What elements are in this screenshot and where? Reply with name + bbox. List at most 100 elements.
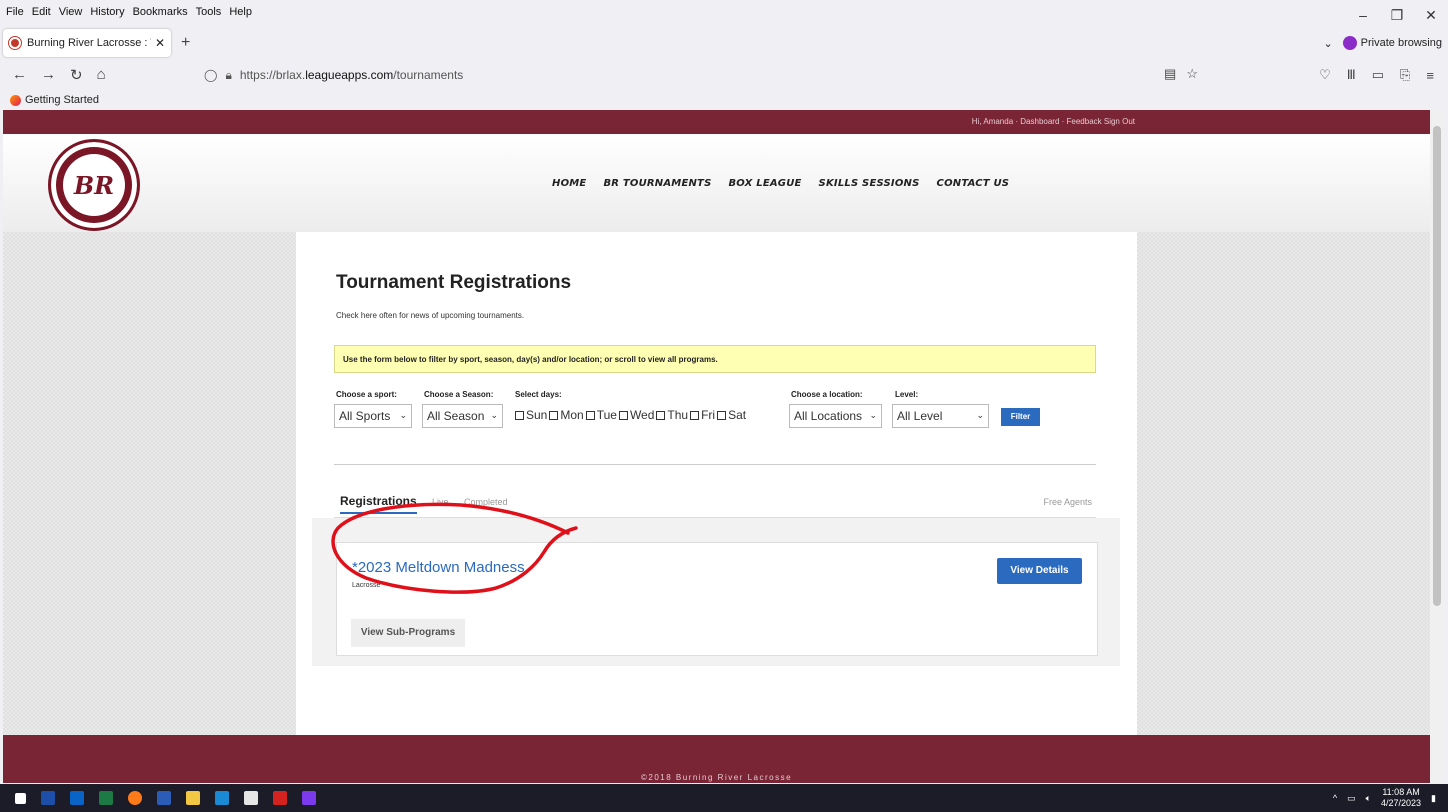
- main-content: Tournament Registrations Check here ofte…: [296, 232, 1137, 735]
- nav-contact-us[interactable]: CONTACT US: [937, 178, 1010, 189]
- word-icon[interactable]: [157, 791, 171, 805]
- checkbox-icon[interactable]: [656, 410, 666, 420]
- windows-start-icon[interactable]: [15, 792, 26, 804]
- account-links[interactable]: Hi, Amanda · Dashboard · Feedback Sign O…: [972, 117, 1135, 126]
- tab-completed[interactable]: Completed: [464, 497, 508, 507]
- menu-file[interactable]: File: [6, 6, 24, 18]
- sidebar-icon[interactable]: ▭: [1372, 67, 1384, 83]
- outlook-icon[interactable]: [70, 791, 84, 805]
- pocket-icon[interactable]: ♡: [1319, 67, 1331, 83]
- shield-icon[interactable]: ◯: [204, 68, 217, 82]
- checkbox-icon[interactable]: [690, 410, 700, 420]
- divider: [334, 464, 1096, 465]
- menu-tools[interactable]: Tools: [196, 6, 222, 18]
- firefox-icon: [10, 94, 21, 106]
- level-select[interactable]: All Level ⌄: [892, 404, 989, 428]
- bookmark-star-icon[interactable]: ☆: [1186, 66, 1198, 82]
- new-tab-icon[interactable]: +: [181, 34, 190, 52]
- tab-bar: Burning River Lacrosse : Tourna ✕ + ⌄ Pr…: [0, 28, 1448, 58]
- menu-bar: File Edit View History Bookmarks Tools H…: [0, 0, 1448, 24]
- view-sub-programs-button[interactable]: View Sub-Programs: [351, 619, 465, 647]
- tray-chevron-icon[interactable]: ^: [1333, 793, 1337, 803]
- lock-icon[interactable]: 🔒︎: [225, 68, 231, 83]
- acrobat-icon[interactable]: [273, 791, 287, 805]
- bookmark-getting-started[interactable]: Getting Started: [25, 94, 99, 106]
- day-thu[interactable]: Thu: [656, 408, 688, 422]
- notifications-icon[interactable]: ▮: [1431, 793, 1436, 804]
- checkbox-icon[interactable]: [585, 410, 595, 420]
- burning-river-logo[interactable]: BR: [48, 139, 140, 231]
- nav-br-tournaments[interactable]: BR TOURNAMENTS: [603, 178, 711, 189]
- back-icon[interactable]: ←: [12, 66, 27, 84]
- system-tray: ^ ▭ 🔈︎ 11:08 AM 4/27/2023 ▮: [1333, 784, 1436, 812]
- address-bar[interactable]: ◯ 🔒︎ https://brlax. leagueapps.com/tourna…: [198, 63, 1218, 87]
- calculator-icon[interactable]: [215, 791, 229, 805]
- day-label: Wed: [629, 408, 655, 422]
- excel-icon[interactable]: [99, 791, 113, 805]
- view-details-button[interactable]: View Details: [997, 558, 1082, 584]
- url-prefix: https://brlax.: [239, 68, 306, 82]
- nav-skills-sessions[interactable]: SKILLS SESSIONS: [819, 178, 920, 189]
- site-footer: ©2018 Burning River Lacrosse: [3, 735, 1430, 783]
- reader-view-icon[interactable]: ▤: [1164, 66, 1176, 82]
- network-icon[interactable]: ▭: [1347, 793, 1356, 804]
- menu-edit[interactable]: Edit: [32, 6, 51, 18]
- menu-view[interactable]: View: [59, 6, 83, 18]
- app-menu-icon[interactable]: ≡: [1426, 68, 1434, 83]
- tab-title: Burning River Lacrosse : Tourna: [27, 37, 151, 49]
- menu-help[interactable]: Help: [229, 6, 252, 18]
- site-header: BR HOME BR TOURNAMENTS BOX LEAGUE SKILLS…: [3, 134, 1430, 232]
- day-sat[interactable]: Sat: [717, 408, 746, 422]
- close-icon[interactable]: ✕: [1414, 0, 1448, 30]
- forward-icon[interactable]: →: [41, 66, 56, 84]
- program-sport: Lacrosse: [352, 582, 381, 589]
- clock[interactable]: 11:08 AM 4/27/2023: [1381, 787, 1421, 809]
- clock-date: 4/27/2023: [1381, 798, 1422, 808]
- day-wed[interactable]: Wed: [618, 408, 655, 422]
- file-explorer-icon[interactable]: [186, 791, 200, 805]
- home-icon[interactable]: ⌂: [97, 66, 106, 84]
- checkbox-icon[interactable]: [515, 410, 524, 420]
- day-label: Sat: [728, 408, 747, 422]
- library-icon[interactable]: Ⅲ: [1347, 67, 1356, 83]
- day-tue[interactable]: Tue: [585, 408, 617, 422]
- day-label: Tue: [596, 408, 617, 422]
- program-name-link[interactable]: *2023 Meltdown Madness: [352, 559, 525, 576]
- restore-icon[interactable]: ❐: [1380, 0, 1414, 30]
- checkbox-icon[interactable]: [717, 410, 727, 420]
- url-domain: leagueapps.com: [305, 68, 394, 82]
- close-tab-icon[interactable]: ✕: [155, 36, 165, 50]
- menu-bookmarks[interactable]: Bookmarks: [133, 6, 188, 18]
- browser-tab[interactable]: Burning River Lacrosse : Tourna ✕: [3, 29, 171, 57]
- tab-live[interactable]: Live: [432, 497, 449, 507]
- tab-registrations[interactable]: Registrations: [340, 494, 417, 514]
- location-select[interactable]: All Locations ⌄: [789, 404, 882, 428]
- menu-history[interactable]: History: [90, 6, 124, 18]
- extensions-icon[interactable]: ⎘: [1400, 67, 1410, 83]
- document-icon[interactable]: [244, 791, 258, 805]
- page-title: Tournament Registrations: [336, 272, 572, 293]
- nav-home[interactable]: HOME: [552, 178, 586, 189]
- nav-box-league[interactable]: BOX LEAGUE: [728, 178, 801, 189]
- firefox-private-icon[interactable]: [302, 791, 316, 805]
- checkbox-icon[interactable]: [549, 410, 559, 420]
- day-mon[interactable]: Mon: [549, 408, 584, 422]
- reload-icon[interactable]: ↻: [70, 66, 83, 84]
- day-sun[interactable]: Sun: [515, 408, 547, 422]
- tab-free-agents[interactable]: Free Agents: [1043, 497, 1092, 507]
- quicken-icon[interactable]: [41, 791, 55, 805]
- firefox-taskbar-icon[interactable]: [128, 791, 142, 805]
- filter-button[interactable]: Filter: [1001, 408, 1040, 426]
- footer-copyright: ©2018 Burning River Lacrosse: [640, 773, 793, 782]
- volume-icon[interactable]: 🔈︎: [1366, 793, 1371, 804]
- day-label: Sun: [526, 408, 548, 422]
- page-viewport: Hi, Amanda · Dashboard · Feedback Sign O…: [3, 110, 1430, 783]
- checkbox-icon[interactable]: [618, 410, 628, 420]
- day-fri[interactable]: Fri: [690, 408, 715, 422]
- scrollbar-thumb[interactable]: [1433, 126, 1441, 606]
- season-select[interactable]: All Season ⌄: [422, 404, 503, 428]
- sport-select[interactable]: All Sports ⌄: [334, 404, 412, 428]
- page-scrollbar[interactable]: [1430, 110, 1444, 783]
- tab-list-chevron-icon[interactable]: ⌄: [1323, 37, 1332, 50]
- minimize-icon[interactable]: –: [1346, 0, 1380, 30]
